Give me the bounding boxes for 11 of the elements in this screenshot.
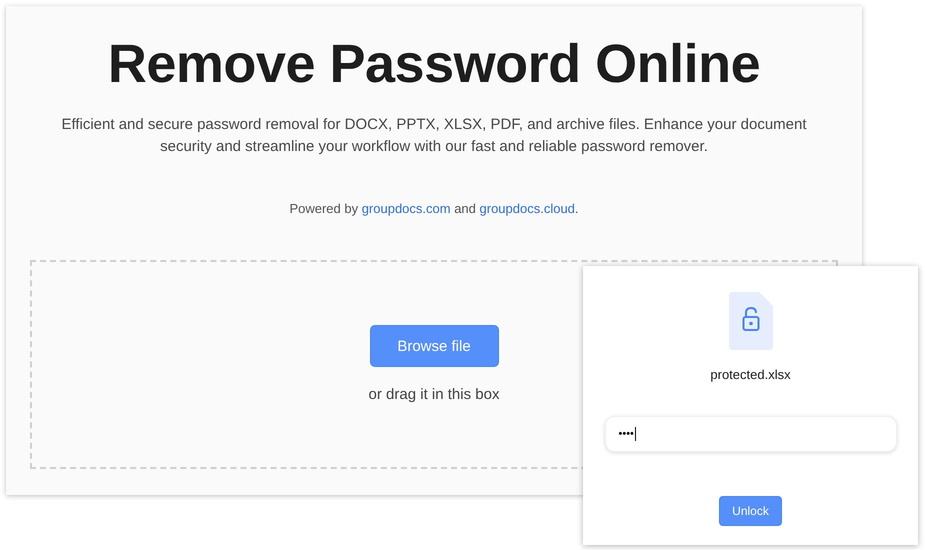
site-link[interactable]: groupdocs.com: [362, 201, 451, 216]
page-title: Remove Password Online: [108, 36, 760, 92]
unlocked-file-icon: [728, 292, 772, 350]
unlock-button[interactable]: Unlock: [719, 496, 782, 526]
site-link[interactable]: groupdocs.cloud: [480, 201, 575, 216]
file-name: protected.xlsx: [710, 367, 791, 382]
browse-file-button[interactable]: Browse file: [370, 325, 498, 367]
powered-by-text: Powered by groupdocs.com and groupdocs.cloud.: [289, 201, 579, 216]
description-text: Efficient and secure password removal for DOCX, PPTX, XLSX, PDF, and archive files. Enhance your document security and streamline your workflow with our fast and reliable password remover.: [60, 115, 808, 157]
password-field[interactable]: ••••: [604, 416, 896, 452]
drag-hint: or drag it in this box: [368, 386, 500, 403]
